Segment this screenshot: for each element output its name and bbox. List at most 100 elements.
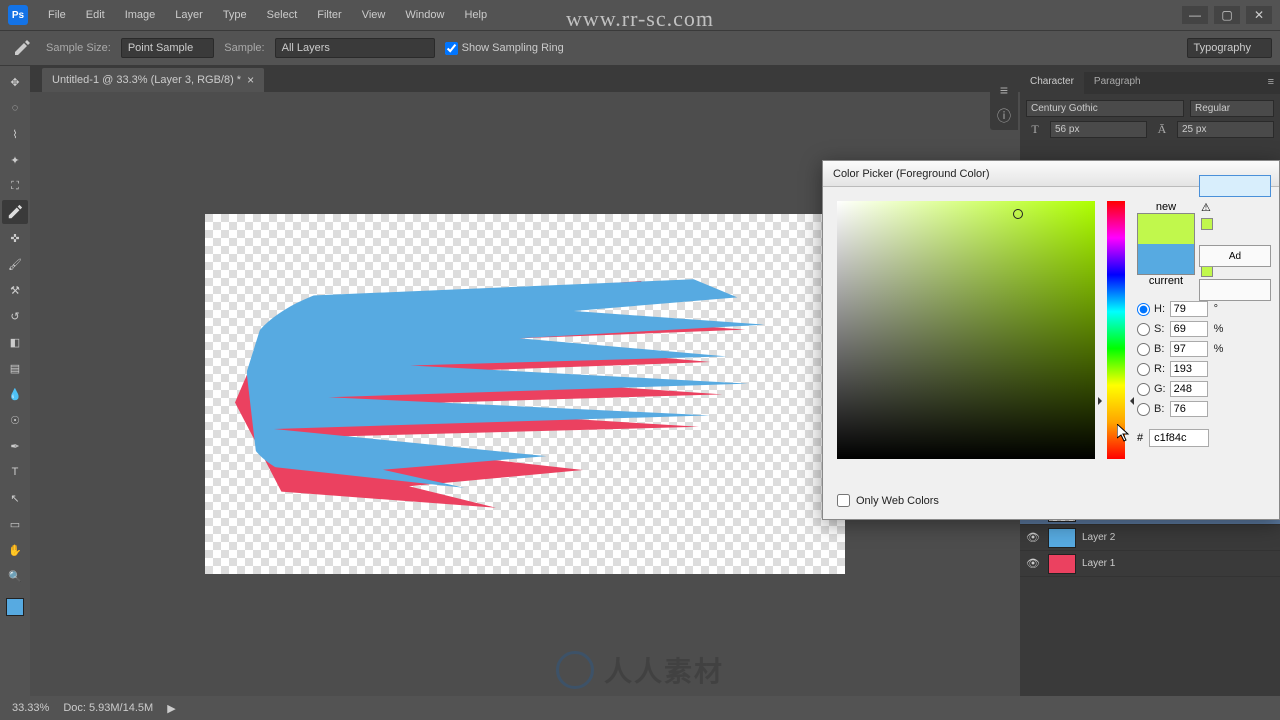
history-brush-tool[interactable]: ↺: [2, 304, 28, 328]
layer-name[interactable]: Layer 1: [1082, 558, 1115, 569]
minimize-button[interactable]: —: [1182, 6, 1208, 24]
web-colors-checkbox[interactable]: [837, 494, 850, 507]
current-label: current: [1149, 275, 1183, 287]
layer-thumbnail[interactable]: [1048, 554, 1076, 574]
move-tool[interactable]: ✥: [2, 70, 28, 94]
menu-edit[interactable]: Edit: [76, 3, 115, 27]
layer-thumbnail[interactable]: [1048, 528, 1076, 548]
workspace-select[interactable]: Typography: [1187, 38, 1272, 58]
menu-type[interactable]: Type: [213, 3, 257, 27]
dock-icon-1[interactable]: ≡: [1000, 82, 1008, 98]
r-label: R:: [1154, 363, 1166, 375]
r-input[interactable]: [1170, 361, 1208, 377]
menu-filter[interactable]: Filter: [307, 3, 351, 27]
sample-select[interactable]: All Layers: [275, 38, 435, 58]
document-tab[interactable]: Untitled-1 @ 33.3% (Layer 3, RGB/8) * ×: [42, 68, 264, 92]
menu-help[interactable]: Help: [454, 3, 497, 27]
color-field[interactable]: [837, 201, 1095, 459]
menu-file[interactable]: File: [38, 3, 76, 27]
path-tool[interactable]: ↖: [2, 486, 28, 510]
s-input[interactable]: [1170, 321, 1208, 337]
layer-row[interactable]: 👁 Layer 1: [1020, 551, 1280, 577]
menu-select[interactable]: Select: [257, 3, 308, 27]
status-arrow-icon[interactable]: ▶: [167, 702, 175, 715]
character-tab[interactable]: Character: [1020, 72, 1084, 94]
type-tool[interactable]: T: [2, 460, 28, 484]
new-color-swatch[interactable]: [1138, 214, 1194, 244]
s-radio[interactable]: [1137, 323, 1150, 336]
leading-select[interactable]: 25 px: [1177, 121, 1274, 138]
hex-input[interactable]: [1149, 429, 1209, 447]
gamut-warning-icon[interactable]: ⚠: [1201, 201, 1213, 214]
zoom-tool[interactable]: 🔍: [2, 564, 28, 588]
pen-tool[interactable]: ✒: [2, 434, 28, 458]
visibility-icon[interactable]: 👁: [1024, 557, 1042, 570]
wand-tool[interactable]: ✦: [2, 148, 28, 172]
healing-tool[interactable]: ✜: [2, 226, 28, 250]
h-unit: °: [1214, 303, 1224, 315]
color-libraries-button[interactable]: [1199, 279, 1271, 301]
b-input[interactable]: [1170, 341, 1208, 357]
g-radio[interactable]: [1137, 383, 1150, 396]
blur-tool[interactable]: 💧: [2, 382, 28, 406]
brush-tool[interactable]: 🖌: [2, 252, 28, 276]
foreground-color-swatch[interactable]: [6, 598, 24, 616]
h-input[interactable]: [1170, 301, 1208, 317]
close-button[interactable]: ✕: [1246, 6, 1272, 24]
color-picker-dialog: Color Picker (Foreground Color) new curr…: [822, 160, 1280, 520]
add-swatch-button[interactable]: Ad: [1199, 245, 1271, 267]
document-tab-title: Untitled-1 @ 33.3% (Layer 3, RGB/8) *: [52, 74, 241, 86]
show-sampling-ring-checkbox[interactable]: Show Sampling Ring: [445, 42, 564, 55]
hand-tool[interactable]: ✋: [2, 538, 28, 562]
eraser-tool[interactable]: ◧: [2, 330, 28, 354]
sample-size-label: Sample Size:: [46, 42, 111, 54]
eyedropper-tool[interactable]: [2, 200, 28, 224]
menu-layer[interactable]: Layer: [165, 3, 213, 27]
leading-icon: Ā: [1153, 122, 1171, 137]
show-ring-label: Show Sampling Ring: [462, 42, 564, 54]
sample-size-select[interactable]: Point Sample: [121, 38, 214, 58]
font-family-select[interactable]: Century Gothic: [1026, 100, 1184, 117]
gradient-tool[interactable]: ▤: [2, 356, 28, 380]
blue-radio[interactable]: [1137, 403, 1150, 416]
zoom-level[interactable]: 33.33%: [12, 702, 49, 714]
color-reticle[interactable]: [1013, 209, 1023, 219]
web-colors-label: Only Web Colors: [856, 495, 939, 507]
font-style-select[interactable]: Regular: [1190, 100, 1274, 117]
font-size-select[interactable]: 56 px: [1050, 121, 1147, 138]
close-tab-icon[interactable]: ×: [247, 73, 254, 87]
menu-window[interactable]: Window: [395, 3, 454, 27]
dodge-tool[interactable]: ☉: [2, 408, 28, 432]
current-color-swatch[interactable]: [1138, 244, 1194, 274]
b-unit: %: [1214, 343, 1224, 355]
g-label: G:: [1154, 383, 1166, 395]
gamut-swatch[interactable]: [1201, 218, 1213, 230]
b-radio[interactable]: [1137, 343, 1150, 356]
panel-menu-icon[interactable]: ≡: [1262, 72, 1280, 94]
blue-input[interactable]: [1170, 401, 1208, 417]
h-radio[interactable]: [1137, 303, 1150, 316]
visibility-icon[interactable]: 👁: [1024, 531, 1042, 544]
lasso-tool[interactable]: ⌇: [2, 122, 28, 146]
sample-label: Sample:: [224, 42, 264, 54]
ok-button[interactable]: [1199, 175, 1271, 197]
shape-tool[interactable]: ▭: [2, 512, 28, 536]
menu-view[interactable]: View: [352, 3, 396, 27]
marquee-tool[interactable]: ◌: [2, 96, 28, 120]
menu-image[interactable]: Image: [115, 3, 166, 27]
layer-row[interactable]: 👁 Layer 2: [1020, 525, 1280, 551]
watermark-brand: 人人素材: [556, 650, 724, 690]
app-logo: Ps: [8, 5, 28, 25]
document-canvas[interactable]: [205, 214, 845, 574]
watermark-url: www.rr-sc.com: [566, 6, 714, 32]
layer-name[interactable]: Layer 2: [1082, 532, 1115, 543]
r-radio[interactable]: [1137, 363, 1150, 376]
doc-size[interactable]: Doc: 5.93M/14.5M: [63, 702, 153, 714]
hue-slider[interactable]: [1107, 201, 1125, 459]
paragraph-tab[interactable]: Paragraph: [1084, 72, 1151, 94]
crop-tool[interactable]: ⛶: [2, 174, 28, 198]
stamp-tool[interactable]: ⚒: [2, 278, 28, 302]
maximize-button[interactable]: ▢: [1214, 6, 1240, 24]
g-input[interactable]: [1170, 381, 1208, 397]
dock-icon-2[interactable]: ⓘ: [997, 106, 1011, 126]
